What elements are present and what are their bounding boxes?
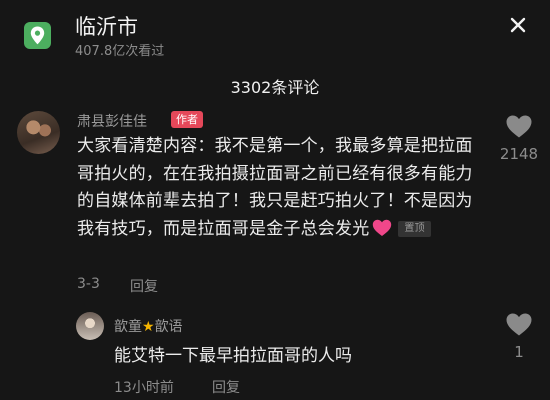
like-count: 2148 (499, 145, 539, 163)
reply-reply-button[interactable]: 回复 (212, 377, 240, 397)
reply-text: 能艾特一下最早拍拉面哥的人吗 (114, 346, 352, 366)
reply-like-count: 1 (514, 343, 524, 361)
author-badge: 作者 (171, 111, 203, 128)
location-pin-icon (24, 22, 51, 49)
reply-author-name-left: 歆童 (114, 319, 142, 335)
comment-body: 大家看清楚内容：我不是第一个，我最多算是把拉面哥拍火的，在在我拍摄拉面哥之前已经… (77, 133, 489, 243)
comment-date: 3-3 (77, 276, 100, 292)
reply-like-button[interactable]: 1 (499, 312, 539, 361)
comment-author[interactable]: 肃县彭佳佳 (77, 111, 147, 131)
like-button[interactable]: 2148 (499, 114, 539, 163)
star-icon: ★ (142, 319, 155, 335)
location-title[interactable]: 临沂市 (75, 11, 138, 41)
reply-author-name-right: 歆语 (154, 319, 183, 335)
reply-time: 13小时前 (114, 380, 174, 396)
pinned-badge: 置顶 (398, 220, 431, 237)
avatar[interactable] (17, 111, 60, 154)
heart-emoji-icon (372, 219, 392, 237)
reply-avatar[interactable] (76, 312, 104, 340)
location-header: 临沂市 407.8亿次看过 (0, 0, 550, 66)
reply-author[interactable]: 歆童★歆语 (114, 316, 183, 336)
reply-button[interactable]: 回复 (130, 276, 158, 296)
heart-outline-icon (506, 115, 532, 138)
comments-count: 3302条评论 (230, 78, 320, 97)
close-icon[interactable] (505, 12, 531, 38)
heart-outline-icon (506, 313, 532, 336)
location-views: 407.8亿次看过 (75, 44, 165, 59)
